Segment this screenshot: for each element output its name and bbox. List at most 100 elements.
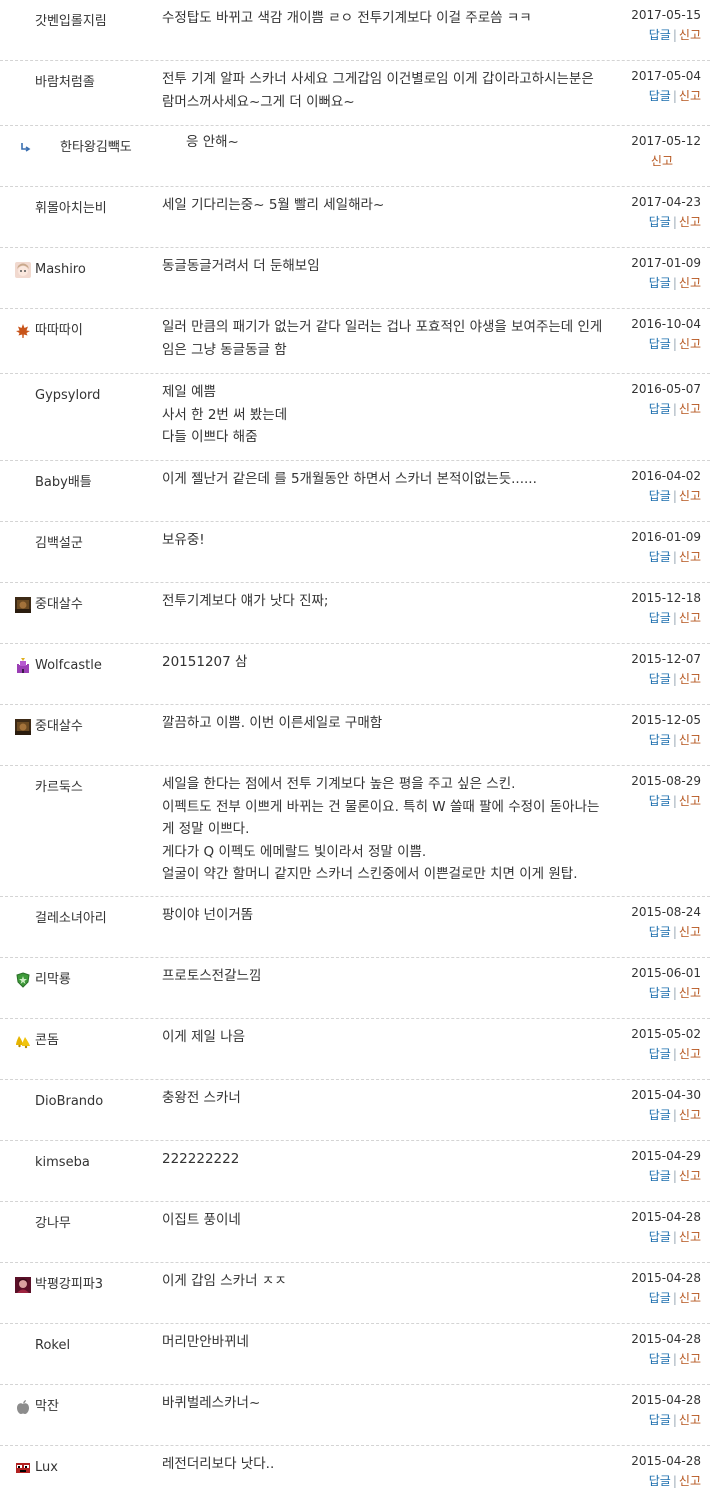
report-link[interactable]: 신고	[679, 402, 701, 416]
comment-author[interactable]: Rokel	[35, 1336, 153, 1356]
comment-row: Gypsylord 제일 예쁨 사서 한 2번 써 봤는데 다들 이쁘다 해줌 2016…	[0, 374, 710, 461]
comment-author[interactable]: DioBrando	[35, 1092, 153, 1112]
reply-link[interactable]: 답글	[649, 672, 671, 686]
report-link[interactable]: 신고	[679, 672, 701, 686]
comment-author[interactable]: 중대살수	[35, 595, 153, 615]
comment-meta: 2017-05-15 답글 | 신고	[621, 6, 701, 45]
comment-meta: 2015-12-05 답글 | 신고	[621, 711, 701, 750]
comment-author[interactable]: 강나무	[35, 1214, 153, 1234]
report-link[interactable]: 신고	[679, 1230, 701, 1244]
reply-link[interactable]: 답글	[649, 733, 671, 747]
comment-date: 2015-04-28	[631, 1271, 701, 1285]
report-link[interactable]: 신고	[679, 337, 701, 351]
reply-link[interactable]: 답글	[649, 337, 671, 351]
comment-text: 제일 예쁨 사서 한 2번 써 봤는데 다들 이쁘다 해줌	[162, 381, 628, 449]
report-link[interactable]: 신고	[679, 489, 701, 503]
report-link[interactable]: 신고	[651, 154, 673, 168]
reply-link[interactable]: 답글	[649, 89, 671, 103]
reply-link[interactable]: 답글	[649, 1413, 671, 1427]
report-link[interactable]: 신고	[679, 794, 701, 808]
comment-author[interactable]: 따따따이	[35, 321, 153, 341]
comment-author[interactable]: 한타왕김빽도	[60, 138, 178, 158]
comment-author[interactable]: 갓벤입롤지림	[35, 12, 153, 32]
comment-author[interactable]: Mashiro	[35, 260, 153, 280]
comment-meta: 2015-12-18 답글 | 신고	[621, 589, 701, 628]
reply-link[interactable]: 답글	[649, 794, 671, 808]
report-link[interactable]: 신고	[679, 925, 701, 939]
reply-link[interactable]: 답글	[649, 1108, 671, 1122]
comment-meta: 2017-01-09 답글 | 신고	[621, 254, 701, 293]
comment-author[interactable]: Baby배틀	[35, 473, 153, 493]
comment-text: 20151207 삼	[162, 651, 628, 674]
report-link[interactable]: 신고	[679, 1169, 701, 1183]
comment-line: 222222222	[162, 1151, 240, 1167]
comment-author[interactable]: Wolfcastle	[35, 656, 153, 676]
reply-link[interactable]: 답글	[649, 925, 671, 939]
arrow-icon	[17, 140, 33, 156]
reply-link[interactable]: 답글	[649, 402, 671, 416]
comment-date: 2015-12-05	[631, 713, 701, 727]
reply-link[interactable]: 답글	[649, 28, 671, 42]
mask-icon	[15, 1460, 31, 1476]
reply-link[interactable]: 답글	[649, 550, 671, 564]
reply-link[interactable]: 답글	[649, 1169, 671, 1183]
reply-link[interactable]: 답글	[649, 1291, 671, 1305]
reply-link[interactable]: 답글	[649, 986, 671, 1000]
report-link[interactable]: 신고	[679, 1474, 701, 1488]
comment-line: 20151207 삼	[162, 654, 248, 670]
comment-author[interactable]: 막잔	[35, 1397, 153, 1417]
comment-date: 2017-05-04	[631, 69, 701, 83]
comment-text: 세일을 한다는 점에서 전투 기계보다 높은 평을 주고 싶은 스킨. 이펙트도 …	[162, 773, 628, 886]
comment-author[interactable]: Lux	[35, 1458, 153, 1478]
report-link[interactable]: 신고	[679, 1291, 701, 1305]
comment-author[interactable]: 휘몰아치는비	[35, 199, 153, 219]
report-link[interactable]: 신고	[679, 1352, 701, 1366]
comment-author[interactable]: 걸레소녀아리	[35, 909, 153, 929]
comment-author[interactable]: kimseba	[35, 1153, 153, 1173]
comment-text: 이게 젤난거 같은데 를 5개월동안 하면서 스카너 본적이없는듯......	[162, 468, 628, 491]
comment-line: 깔끔하고 이쁨. 이번 이른세일로 구매함	[162, 715, 383, 731]
report-link[interactable]: 신고	[679, 215, 701, 229]
report-link[interactable]: 신고	[679, 1047, 701, 1061]
reply-link[interactable]: 답글	[649, 215, 671, 229]
comment-line: 이집트 풍이네	[162, 1212, 241, 1228]
reply-link[interactable]: 답글	[649, 276, 671, 290]
comment-author[interactable]: 박평강피파3	[35, 1275, 153, 1295]
comment-row: Lux 레전더리보다 낫다.. 2015-04-28 답글 | 신고	[0, 1446, 710, 1506]
comment-row: 강나무 이집트 풍이네 2015-04-28 답글 | 신고	[0, 1202, 710, 1263]
comment-row: 카르둑스 세일을 한다는 점에서 전투 기계보다 높은 평을 주고 싶은 스킨. 이…	[0, 766, 710, 897]
castle-icon	[15, 658, 31, 674]
comment-row: 바람처럼졸 전투 기계 알파 스카너 사세요 그게갑임 이건별로임 이게 갑이라고…	[0, 61, 710, 126]
comment-meta: 2017-05-12 신고	[621, 132, 701, 171]
report-link[interactable]: 신고	[679, 1108, 701, 1122]
report-link[interactable]: 신고	[679, 28, 701, 42]
reply-link[interactable]: 답글	[649, 489, 671, 503]
comment-author[interactable]: 콘돔	[35, 1031, 153, 1051]
comment-actions: 답글 | 신고	[621, 274, 701, 293]
report-link[interactable]: 신고	[679, 1413, 701, 1427]
comment-row: 중대살수 전투기계보다 얘가 낫다 진짜; 2015-12-18 답글 | 신고	[0, 583, 710, 644]
comment-actions: 답글 | 신고	[621, 1106, 701, 1125]
reply-link[interactable]: 답글	[649, 1230, 671, 1244]
comment-text: 222222222	[162, 1148, 628, 1171]
report-link[interactable]: 신고	[679, 89, 701, 103]
action-separator: |	[672, 611, 677, 625]
report-link[interactable]: 신고	[679, 550, 701, 564]
reply-link[interactable]: 답글	[649, 611, 671, 625]
comment-author[interactable]: 바람처럼졸	[35, 73, 153, 93]
comment-author[interactable]: 카르둑스	[35, 778, 153, 798]
report-link[interactable]: 신고	[679, 733, 701, 747]
report-link[interactable]: 신고	[679, 611, 701, 625]
comment-author[interactable]: Gypsylord	[35, 386, 153, 406]
comment-date: 2017-05-12	[631, 134, 701, 148]
reply-link[interactable]: 답글	[649, 1352, 671, 1366]
reply-link[interactable]: 답글	[649, 1047, 671, 1061]
comment-author[interactable]: 리막룡	[35, 970, 153, 990]
reply-link[interactable]: 답글	[649, 1474, 671, 1488]
comment-date: 2015-06-01	[631, 966, 701, 980]
comment-author[interactable]: 김백설군	[35, 534, 153, 554]
comment-author[interactable]: 중대살수	[35, 717, 153, 737]
shield-badge-icon	[15, 972, 31, 988]
report-link[interactable]: 신고	[679, 276, 701, 290]
report-link[interactable]: 신고	[679, 986, 701, 1000]
